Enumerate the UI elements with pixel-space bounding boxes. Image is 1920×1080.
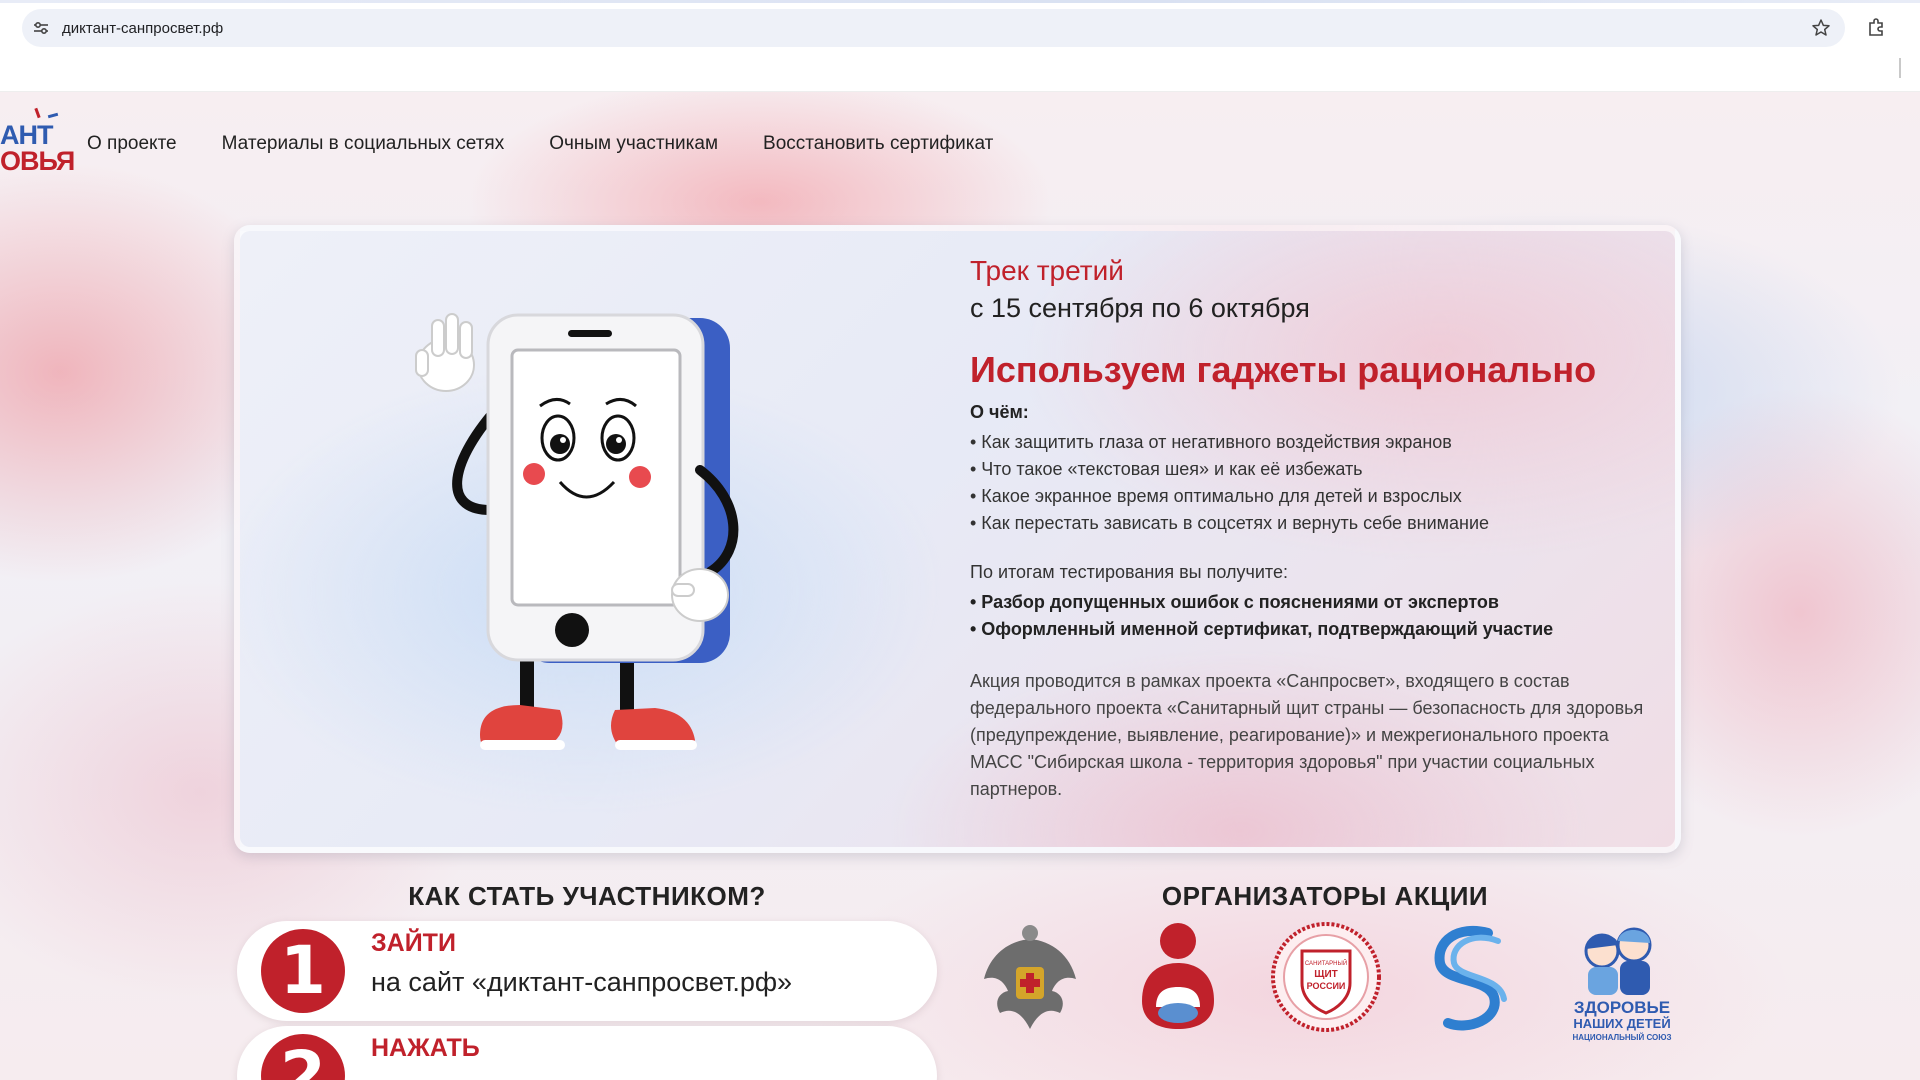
step-card-1: 1 ЗАЙТИ на сайт «диктант-санпросвет.рф» (237, 921, 937, 1021)
how-to-participate-title: КАК СТАТЬ УЧАСТНИКОМ? (408, 881, 766, 911)
waving-hand-icon (415, 313, 475, 392)
url-text[interactable]: диктант-санпросвет.рф (62, 20, 223, 37)
step-number: 1 (261, 929, 345, 1013)
step-title: ЗАЙТИ (371, 929, 456, 957)
logo-accent (34, 107, 41, 119)
about-label: О чём: (970, 402, 1029, 422)
site-settings-icon[interactable] (32, 19, 50, 37)
logo-text-line2: ОВЬЯ (0, 146, 75, 176)
shield-text-line: РОССИИ (1307, 981, 1346, 991)
organizers-title: ОРГАНИЗАТОРЫ АКЦИИ (1161, 881, 1489, 911)
nav-item-about[interactable]: О проекте (87, 133, 177, 155)
siberian-school-logo-icon[interactable] (1428, 921, 1514, 1037)
project-description: Акция проводится в рамках проекта «Санпр… (970, 671, 1644, 799)
nav-item-restore-certificate[interactable]: Восстановить сертификат (763, 133, 993, 155)
step-title: НАЖАТЬ (371, 1034, 480, 1062)
rospotrebnadzor-emblem-icon[interactable] (978, 921, 1082, 1037)
list-item: • Какое экранное время оптимально для де… (970, 486, 1462, 506)
logo-accent (47, 112, 59, 119)
main-nav: О проекте Материалы в социальных сетях О… (87, 133, 1038, 155)
list-item: • Разбор допущенных ошибок с пояснениями… (970, 592, 1499, 612)
track-dates: с 15 сентября по 6 октября (970, 293, 1310, 323)
list-item: • Оформленный именной сертификат, подтве… (970, 619, 1554, 639)
tab-strip-line (0, 0, 1920, 3)
page-top-strip (0, 56, 1920, 92)
zdorovye-nashikh-detei-logo-icon[interactable]: ЗДОРОВЬЕ НАШИХ ДЕТЕЙ НАЦИОНАЛЬНЫЙ СОЮЗ (1562, 921, 1682, 1045)
shield-text-line: САНИТАРНЫЙ (1305, 959, 1347, 967)
step-number: 2 (261, 1034, 345, 1080)
site-logo[interactable]: АНТ ОВЬЯ (0, 106, 75, 180)
results-list: • Разбор допущенных ошибок с пояснениями… (970, 589, 1553, 643)
nav-item-in-person[interactable]: Очным участникам (549, 133, 718, 155)
browser-toolbar: диктант-санпросвет.рф (0, 0, 1920, 56)
logo-text-line: НАЦИОНАЛЬНЫЙ СОЮЗ (1572, 1033, 1671, 1042)
thumbs-hand-icon (671, 568, 729, 622)
extensions-icon[interactable] (1866, 16, 1888, 38)
logo-text-line: ЗДОРОВЬЕ (1574, 998, 1670, 1017)
topics-list: • Как защитить глаза от негативного возд… (970, 429, 1489, 537)
organizer-person-logo-icon[interactable] (1136, 921, 1220, 1033)
step-text: на сайт «диктант-санпросвет.рф» (371, 967, 793, 997)
step-card-2: 2 НАЖАТЬ (237, 1026, 937, 1080)
track-title: Трек третий (970, 255, 1124, 286)
list-item: • Как перестать зависать в соцсетях и ве… (970, 513, 1490, 533)
shield-text-line: ЩИТ (1314, 969, 1338, 980)
list-item: • Что такое «текстовая шея» и как её изб… (970, 459, 1363, 479)
phone-mascot-illustration (415, 313, 739, 750)
scrollbar-thumb[interactable] (1899, 58, 1901, 78)
nav-item-social-materials[interactable]: Материалы в социальных сетях (222, 133, 505, 155)
list-item: • Как защитить глаза от негативного возд… (970, 432, 1452, 452)
address-bar[interactable]: диктант-санпросвет.рф (22, 9, 1845, 47)
bookmark-star-icon[interactable] (1811, 18, 1831, 38)
page-title: Используем гаджеты рационально (970, 349, 1597, 390)
sanitary-shield-russia-logo-icon[interactable]: САНИТАРНЫЙ ЩИТ РОССИИ (1270, 921, 1382, 1033)
results-label: По итогам тестирования вы получите: (970, 562, 1288, 582)
logo-text-line: НАШИХ ДЕТЕЙ (1573, 1016, 1670, 1031)
